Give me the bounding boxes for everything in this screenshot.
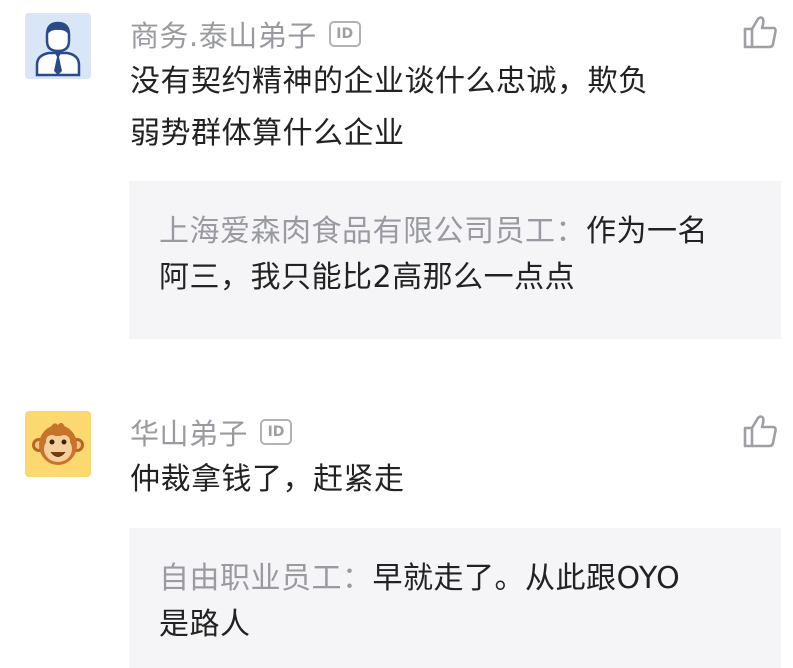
reply-line: 自由职业员工：早就走了。从此跟OYO [159,556,751,602]
comment-text-line: 弱势群体算什么企业 [130,116,405,151]
comment-text-line: 仲裁拿钱了，赶紧走 [130,462,405,497]
username[interactable]: 商务.泰山弟子 [130,13,317,55]
reply-line: 阿三，我只能比2高那么一点点 [159,260,576,295]
username-row: 华山弟子 ID [130,411,293,453]
id-badge: ID [260,419,293,445]
comment-text-line: 没有契约精神的企业谈什么忠诚，欺负 [130,64,649,99]
reply-box[interactable]: 上海爱森肉食品有限公司员工：作为一名 阿三，我只能比2高那么一点点 [129,181,781,339]
username[interactable]: 华山弟子 [130,411,248,453]
avatar[interactable] [25,13,91,79]
monkey-avatar-icon [25,411,91,477]
reply-text: 作为一名 [586,214,708,249]
reply-author[interactable]: 上海爱森肉食品有限公司员工： [159,214,586,249]
username-row: 商务.泰山弟子 ID [130,14,361,54]
avatar[interactable] [25,411,91,477]
reply-line: 是路人 [159,607,251,642]
comment-text: 没有契约精神的企业谈什么忠诚，欺负 弱势群体算什么企业 [130,56,730,160]
id-badge: ID [328,21,361,47]
comment-text: 仲裁拿钱了，赶紧走 [130,454,730,506]
reply-box[interactable]: 自由职业员工：早就走了。从此跟OYO 是路人 [129,528,781,668]
reply-text: 早就走了。从此跟OYO [372,561,681,596]
businessman-avatar-icon [25,13,91,79]
reply-line: 上海爱森肉食品有限公司员工：作为一名 [159,209,751,255]
thumbs-up-icon[interactable] [742,413,778,449]
reply-author[interactable]: 自由职业员工： [159,561,373,596]
thumbs-up-icon[interactable] [742,14,778,50]
